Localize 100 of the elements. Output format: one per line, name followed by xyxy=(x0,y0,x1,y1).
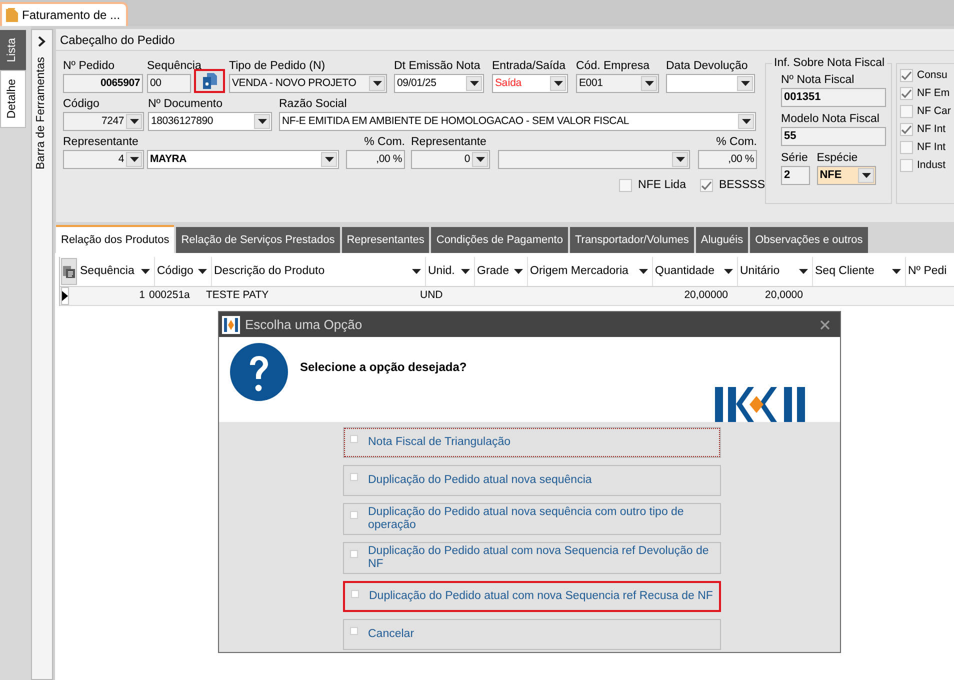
field-label: Entrada/Saída xyxy=(492,59,566,74)
question-icon xyxy=(230,343,288,401)
column-header[interactable]: Código xyxy=(155,257,212,286)
column-header[interactable]: Quantidade xyxy=(653,257,738,286)
document-icon xyxy=(6,8,18,22)
table-cell-text: 1 xyxy=(138,288,146,304)
option-button[interactable]: Duplicação do Pedido atual com nova Sequencia ref Devolução de NF xyxy=(343,542,721,574)
column-header[interactable]: Descrição do Produto xyxy=(212,257,426,286)
dropdown[interactable]: 18036127890 xyxy=(148,112,272,131)
tab[interactable]: Condições de Pagamento xyxy=(431,227,568,253)
field-label: % Com. xyxy=(716,135,757,150)
checkbox[interactable] xyxy=(900,123,913,136)
checkbox[interactable] xyxy=(900,141,913,154)
field-label: Tipo de Pedido (N) xyxy=(229,59,326,74)
tab[interactable]: Transportador/Volumes xyxy=(570,227,694,253)
field-label: Série xyxy=(781,151,808,166)
caret-icon[interactable] xyxy=(514,269,525,274)
dropdown[interactable]: 7247 xyxy=(63,112,144,131)
text-field[interactable]: 00 xyxy=(147,74,191,93)
column-header[interactable]: Unitário xyxy=(738,257,813,286)
text-field[interactable]: ,00 % xyxy=(346,150,405,169)
caret-icon[interactable] xyxy=(412,269,423,274)
caret-icon[interactable] xyxy=(639,269,650,274)
field-label: Dt Emissão Nota xyxy=(394,59,480,74)
caret-icon[interactable] xyxy=(141,269,152,274)
column-header[interactable]: Seq Cliente xyxy=(813,257,906,286)
field-label: Sequência xyxy=(147,59,202,74)
caret-icon[interactable] xyxy=(892,269,903,274)
table-cell-text: 20,0000 xyxy=(764,288,804,304)
tab[interactable]: Observações e outros xyxy=(750,227,868,253)
document-copy-icon xyxy=(202,73,216,89)
checkbox-label: NF Em xyxy=(917,86,950,101)
dropdown[interactable]: E001 xyxy=(576,74,659,93)
toolbar-label[interactable]: Barra de Ferramentas xyxy=(33,57,51,170)
option-button[interactable]: Cancelar xyxy=(343,619,721,650)
checkbox[interactable] xyxy=(900,159,913,172)
field-label: Nº Documento xyxy=(148,97,223,112)
option-button[interactable]: Duplicação do Pedido atual nova sequência com outro tipo de operação xyxy=(343,503,721,535)
column-header[interactable]: Grade xyxy=(475,257,528,286)
option-button[interactable]: Duplicação do Pedido atual com nova Sequencia ref Recusa de NF xyxy=(343,581,721,612)
dropdown[interactable]: 09/01/25 xyxy=(394,74,484,93)
dropdown[interactable]: NFE xyxy=(816,166,876,185)
caret-icon[interactable] xyxy=(472,152,488,167)
tab[interactable]: Relação de Serviços Prestados xyxy=(176,227,340,253)
checkbox[interactable] xyxy=(619,179,632,192)
dropdown[interactable]: MAYRA xyxy=(147,150,339,169)
field-label: Nº Pedido xyxy=(63,59,115,74)
caret-icon[interactable] xyxy=(858,168,874,183)
dropdown[interactable]: NF-E EMITIDA EM AMBIENTE DE HOMOLOGACAO - SEM VALOR FISCAL xyxy=(279,112,756,131)
field-label: % Com. xyxy=(364,135,405,150)
dropdown[interactable]: 0 xyxy=(411,150,490,169)
caret-icon[interactable] xyxy=(466,76,482,91)
caret-icon[interactable] xyxy=(126,152,142,167)
caret-icon[interactable] xyxy=(126,114,142,129)
caret-icon[interactable] xyxy=(198,269,209,274)
tab[interactable]: Representantes xyxy=(342,227,430,253)
checkbox-label: BESSSS xyxy=(718,178,765,193)
caret-icon[interactable] xyxy=(672,152,688,167)
checkbox-label: NF Int xyxy=(917,140,946,155)
dropdown[interactable]: 4 xyxy=(63,150,144,169)
table-cell-text: 20,00000 xyxy=(683,288,729,304)
caret-icon[interactable] xyxy=(724,269,735,274)
caret-icon[interactable] xyxy=(461,269,472,274)
side-tab[interactable]: Detalhe xyxy=(0,70,26,128)
column-header[interactable]: Nº Pedi xyxy=(906,257,954,286)
caret-icon[interactable] xyxy=(738,114,754,129)
dropdown[interactable]: VENDA - NOVO PROJETO xyxy=(229,74,387,93)
column-header[interactable]: Unid. xyxy=(426,257,475,286)
column-header[interactable]: Sequência xyxy=(78,257,155,286)
field-label: Razão Social xyxy=(279,97,347,112)
option-button[interactable]: Nota Fiscal de Triangulação xyxy=(343,427,721,458)
dropdown[interactable]: Saída xyxy=(492,74,568,93)
field-label: Representante xyxy=(63,135,138,150)
text-field[interactable]: 001351 xyxy=(781,88,886,107)
section-title: Cabeçalho do Pedido xyxy=(56,29,954,51)
checkbox[interactable] xyxy=(900,105,913,118)
table-cell-text: 000251a xyxy=(148,288,191,304)
grid-settings-icon[interactable] xyxy=(61,258,77,285)
tab[interactable]: Aluguéis xyxy=(696,227,748,253)
caret-icon[interactable] xyxy=(550,76,566,91)
chevron-right-icon[interactable] xyxy=(38,36,46,47)
document-tab[interactable]: Faturamento de ... xyxy=(0,2,128,26)
caret-icon[interactable] xyxy=(737,76,753,91)
caret-icon[interactable] xyxy=(254,114,270,129)
caret-icon[interactable] xyxy=(369,76,385,91)
checkbox-label: NFE Lida xyxy=(638,178,686,193)
checkbox[interactable] xyxy=(700,179,713,192)
caret-icon[interactable] xyxy=(799,269,810,274)
column-header[interactable]: Origem Mercadoria xyxy=(528,257,653,286)
option-button[interactable]: Duplicação do Pedido atual nova sequência xyxy=(343,465,721,496)
tab[interactable]: Relação dos Produtos xyxy=(56,225,174,253)
text-field[interactable]: ,00 % xyxy=(698,150,757,169)
text-field[interactable]: 2 xyxy=(781,166,810,185)
caret-icon[interactable] xyxy=(641,76,657,91)
text-field[interactable]: 55 xyxy=(781,127,886,146)
caret-icon[interactable] xyxy=(321,152,337,167)
checkbox[interactable] xyxy=(900,87,913,100)
text-field[interactable]: 0065907 xyxy=(63,74,143,93)
checkbox[interactable] xyxy=(900,69,913,82)
side-tab[interactable]: Lista xyxy=(0,30,26,70)
